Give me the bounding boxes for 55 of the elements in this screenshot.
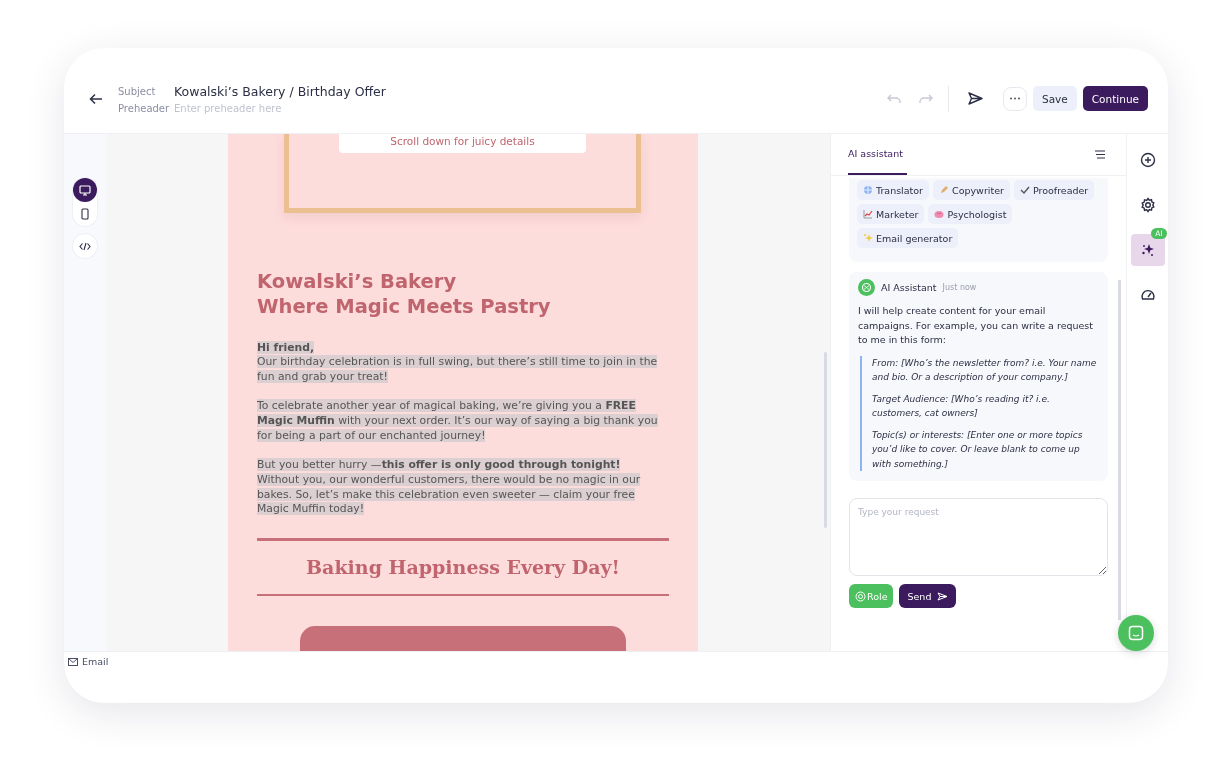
- continue-button[interactable]: Continue: [1082, 86, 1148, 111]
- email-paragraph: Hi friend, Our birthday celebration is in full swing, but there’s still time to join in the fun and grab your treat!: [257, 340, 659, 385]
- message-time: Just now: [942, 283, 977, 292]
- role-chip[interactable]: Copywriter: [933, 180, 1010, 200]
- monitor-icon: [79, 184, 91, 196]
- menu-icon[interactable]: [1094, 150, 1106, 159]
- request-input[interactable]: Type your request: [849, 498, 1108, 576]
- banner-text: Scroll down for juicy details: [339, 134, 586, 153]
- role-chip[interactable]: Psychologist: [928, 204, 1013, 224]
- role-icon: [855, 590, 866, 602]
- message-text: I will help create content for your email campaigns. For example, you can write a request to me in this form:: [858, 304, 1095, 347]
- check-icon: [1019, 185, 1030, 195]
- email-paragraph: But you better hurry —this offer is only good through tonight! Without you, our wonderful customers, there would be no magic in our bakes. So, let’s make this celebration even sweeter — claim your free Magic Muffin today!: [257, 458, 642, 517]
- role-chip[interactable]: Email generator: [857, 228, 959, 248]
- assistant-avatar-icon: [858, 279, 875, 296]
- code-view-button[interactable]: [73, 234, 97, 258]
- code-icon: [79, 241, 91, 251]
- globe-icon: [863, 185, 873, 195]
- email-heading: Kowalski’s Bakery Where Magic Meets Pastry: [257, 268, 552, 319]
- sparkle-icon: [863, 233, 873, 243]
- role-chip[interactable]: Translator: [857, 180, 929, 200]
- paper-plane-icon: [937, 591, 949, 601]
- desktop-view-button[interactable]: [73, 178, 97, 202]
- save-button[interactable]: Save: [1033, 86, 1077, 111]
- brain-icon: [934, 209, 945, 219]
- chart-icon: [863, 209, 873, 219]
- role-chip[interactable]: Proofreader: [1013, 180, 1095, 200]
- quote-text: Target Audience: [Who’s reading it? i.e. customers, cat owners]: [872, 392, 1051, 420]
- role-chip[interactable]: Marketer: [857, 204, 925, 224]
- email-breadcrumb[interactable]: Email: [68, 656, 109, 672]
- ai-assistant-tab[interactable]: AI assistant: [848, 134, 907, 175]
- speedometer-icon: [1139, 287, 1156, 303]
- send-button[interactable]: Send: [899, 584, 957, 608]
- settings-icon: [1139, 197, 1156, 213]
- email-paragraph: To celebrate another year of magical baking, we’re giving you a FREE Magic Muffin with your next order. It’s our way of saying a big thank you for being a part of our enchanted journey!: [257, 399, 659, 444]
- paper-plane-icon: [967, 92, 983, 105]
- subject-field[interactable]: Kowalski’s Bakery / Birthday Offer: [174, 83, 882, 99]
- tagline: Baking Happiness Every Day!: [305, 555, 621, 580]
- chat-icon: [1128, 625, 1144, 641]
- subject-label: Subject: [118, 85, 157, 97]
- undo-icon: [887, 93, 901, 104]
- envelope-icon: [68, 658, 78, 666]
- redo-icon: [919, 93, 933, 104]
- sparkles-icon: [1139, 242, 1156, 258]
- arrow-left-icon: [89, 92, 103, 105]
- add-icon: [1139, 152, 1156, 168]
- more-icon: [1009, 97, 1021, 100]
- phone-icon: [81, 208, 89, 220]
- panel-scrollbar[interactable]: [1118, 280, 1121, 620]
- pen-icon: [939, 185, 949, 195]
- quote-text: From: [Who’s the newsletter from? i.e. Your name and bio. Or a description of your company.]: [872, 356, 1098, 384]
- quote-text: Topic(s) or interests: [Enter one or more topics you’d like to cover. Or leave blank to come up with something.]: [872, 428, 1084, 471]
- message-author: AI Assistant: [881, 282, 937, 293]
- ai-button[interactable]: [1130, 234, 1165, 266]
- preheader-label: Preheader: [118, 102, 171, 114]
